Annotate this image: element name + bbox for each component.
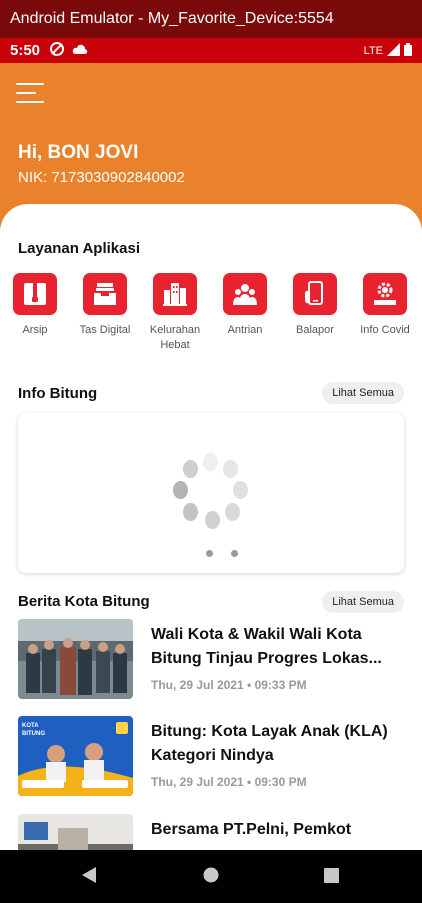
phone-report-icon — [293, 273, 337, 315]
service-grid: Arsip Tas Digital Kelurahan Hebat Antria… — [0, 273, 422, 353]
service-label: Arsip — [22, 324, 48, 336]
news-item[interactable]: Wali Kota & Wakil Wali Kota Bitung Tinja… — [18, 619, 404, 699]
android-nav-bar — [0, 850, 422, 903]
service-label: Kelurahan Hebat — [149, 324, 201, 351]
layanan-title: Layanan Aplikasi — [18, 240, 140, 257]
berita-title: Berita Kota Bitung — [18, 593, 150, 610]
info-bitung-card[interactable] — [18, 413, 404, 573]
loading-spinner-icon — [171, 453, 251, 533]
service-label: Tas Digital — [79, 324, 131, 336]
network-type: LTE — [363, 44, 383, 57]
news-item[interactable]: Bersama PT.Pelni, Pemkot — [18, 814, 404, 850]
news-thumbnail — [18, 619, 133, 699]
nik-label: NIK: 7173030902840002 — [18, 169, 185, 186]
building-icon — [153, 273, 197, 315]
covid-gear-icon — [363, 273, 407, 315]
emulator-title-bar: Android Emulator - My_Favorite_Device:55… — [0, 0, 422, 38]
carousel-dots — [206, 544, 256, 562]
news-thumbnail-caption: KOTA BITUNG — [22, 723, 45, 737]
cloud-icon — [72, 42, 88, 59]
greeting: Hi, BON JOVI — [18, 142, 139, 163]
home-icon[interactable] — [203, 867, 219, 888]
service-arsip[interactable]: Arsip — [0, 273, 70, 353]
service-antrian[interactable]: Antrian — [210, 273, 280, 353]
inbox-tray-icon — [83, 273, 127, 315]
archive-icon — [13, 273, 57, 315]
service-info-covid[interactable]: Info Covid — [350, 273, 420, 353]
service-label: Info Covid — [360, 324, 410, 336]
do-not-disturb-icon — [50, 41, 65, 60]
service-balapor[interactable]: Balapor — [280, 273, 350, 353]
status-time: 5:50 — [10, 42, 41, 59]
service-label: Antrian — [227, 324, 263, 336]
recents-icon[interactable] — [324, 868, 339, 888]
status-bar: 5:50 LTE — [0, 38, 422, 63]
back-icon[interactable] — [82, 867, 96, 888]
news-item[interactable]: KOTA BITUNG Bitung: Kota Layak Anak (KLA… — [18, 716, 404, 796]
signal-icon — [387, 42, 400, 59]
info-bitung-title: Info Bitung — [18, 385, 98, 402]
news-date: Thu, 29 Jul 2021 • 09:33 PM — [151, 678, 307, 692]
news-title: Bersama PT.Pelni, Pemkot — [151, 821, 352, 838]
news-thumbnail: KOTA BITUNG — [18, 716, 133, 796]
news-date: Thu, 29 Jul 2021 • 09:30 PM — [151, 775, 307, 789]
berita-see-all-button[interactable]: Lihat Semua — [322, 591, 404, 613]
news-thumbnail — [18, 814, 133, 850]
battery-icon — [404, 42, 412, 59]
news-title: Wali Kota & Wakil Wali Kota Bitung Tinja… — [151, 626, 382, 667]
service-tas-digital[interactable]: Tas Digital — [70, 273, 140, 353]
hamburger-menu-icon[interactable] — [16, 83, 44, 103]
info-bitung-see-all-button[interactable]: Lihat Semua — [322, 382, 404, 404]
people-queue-icon — [223, 273, 267, 315]
news-title: Bitung: Kota Layak Anak (KLA) Kategori N… — [151, 723, 388, 764]
service-label: Balapor — [296, 324, 334, 336]
app-screen: Hi, BON JOVI NIK: 7173030902840002 Layan… — [0, 63, 422, 850]
content-sheet: Layanan Aplikasi Arsip Tas Digital Kelur… — [0, 204, 422, 850]
service-kelurahan-hebat[interactable]: Kelurahan Hebat — [140, 273, 210, 353]
